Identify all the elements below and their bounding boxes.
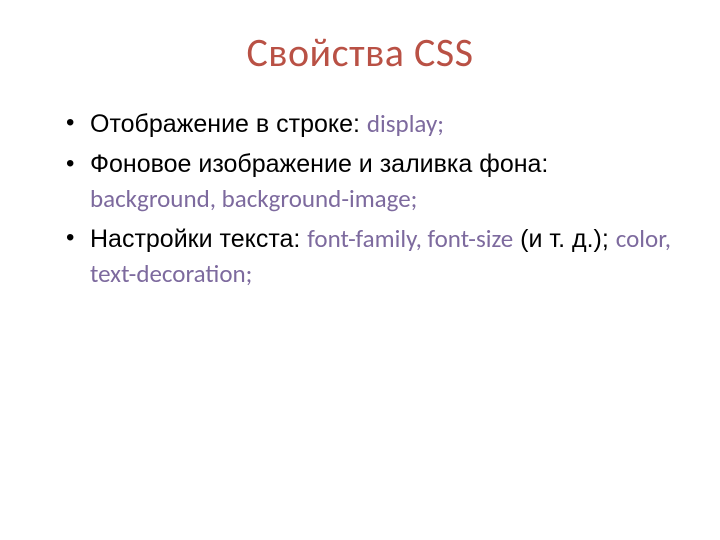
item-mid: (и т. д.); bbox=[513, 225, 616, 253]
list-item: Настройки текста: font-family, font-size… bbox=[70, 222, 672, 292]
item-code: display; bbox=[367, 108, 444, 139]
item-label: Фоновое изображение и заливка фона: bbox=[90, 150, 548, 178]
item-label: Отображение в строке: bbox=[90, 110, 367, 138]
list-item: Отображение в строке: display; bbox=[70, 107, 672, 142]
slide-title: Свойства CSS bbox=[48, 28, 672, 77]
item-code: font-family, font-size bbox=[307, 223, 513, 254]
item-label: Настройки текста: bbox=[90, 225, 307, 253]
item-code: background, background-image; bbox=[90, 183, 417, 214]
list-item: Фоновое изображение и заливка фона: back… bbox=[70, 148, 672, 217]
bullet-list: Отображение в строке: display; Фоновое и… bbox=[48, 107, 672, 292]
